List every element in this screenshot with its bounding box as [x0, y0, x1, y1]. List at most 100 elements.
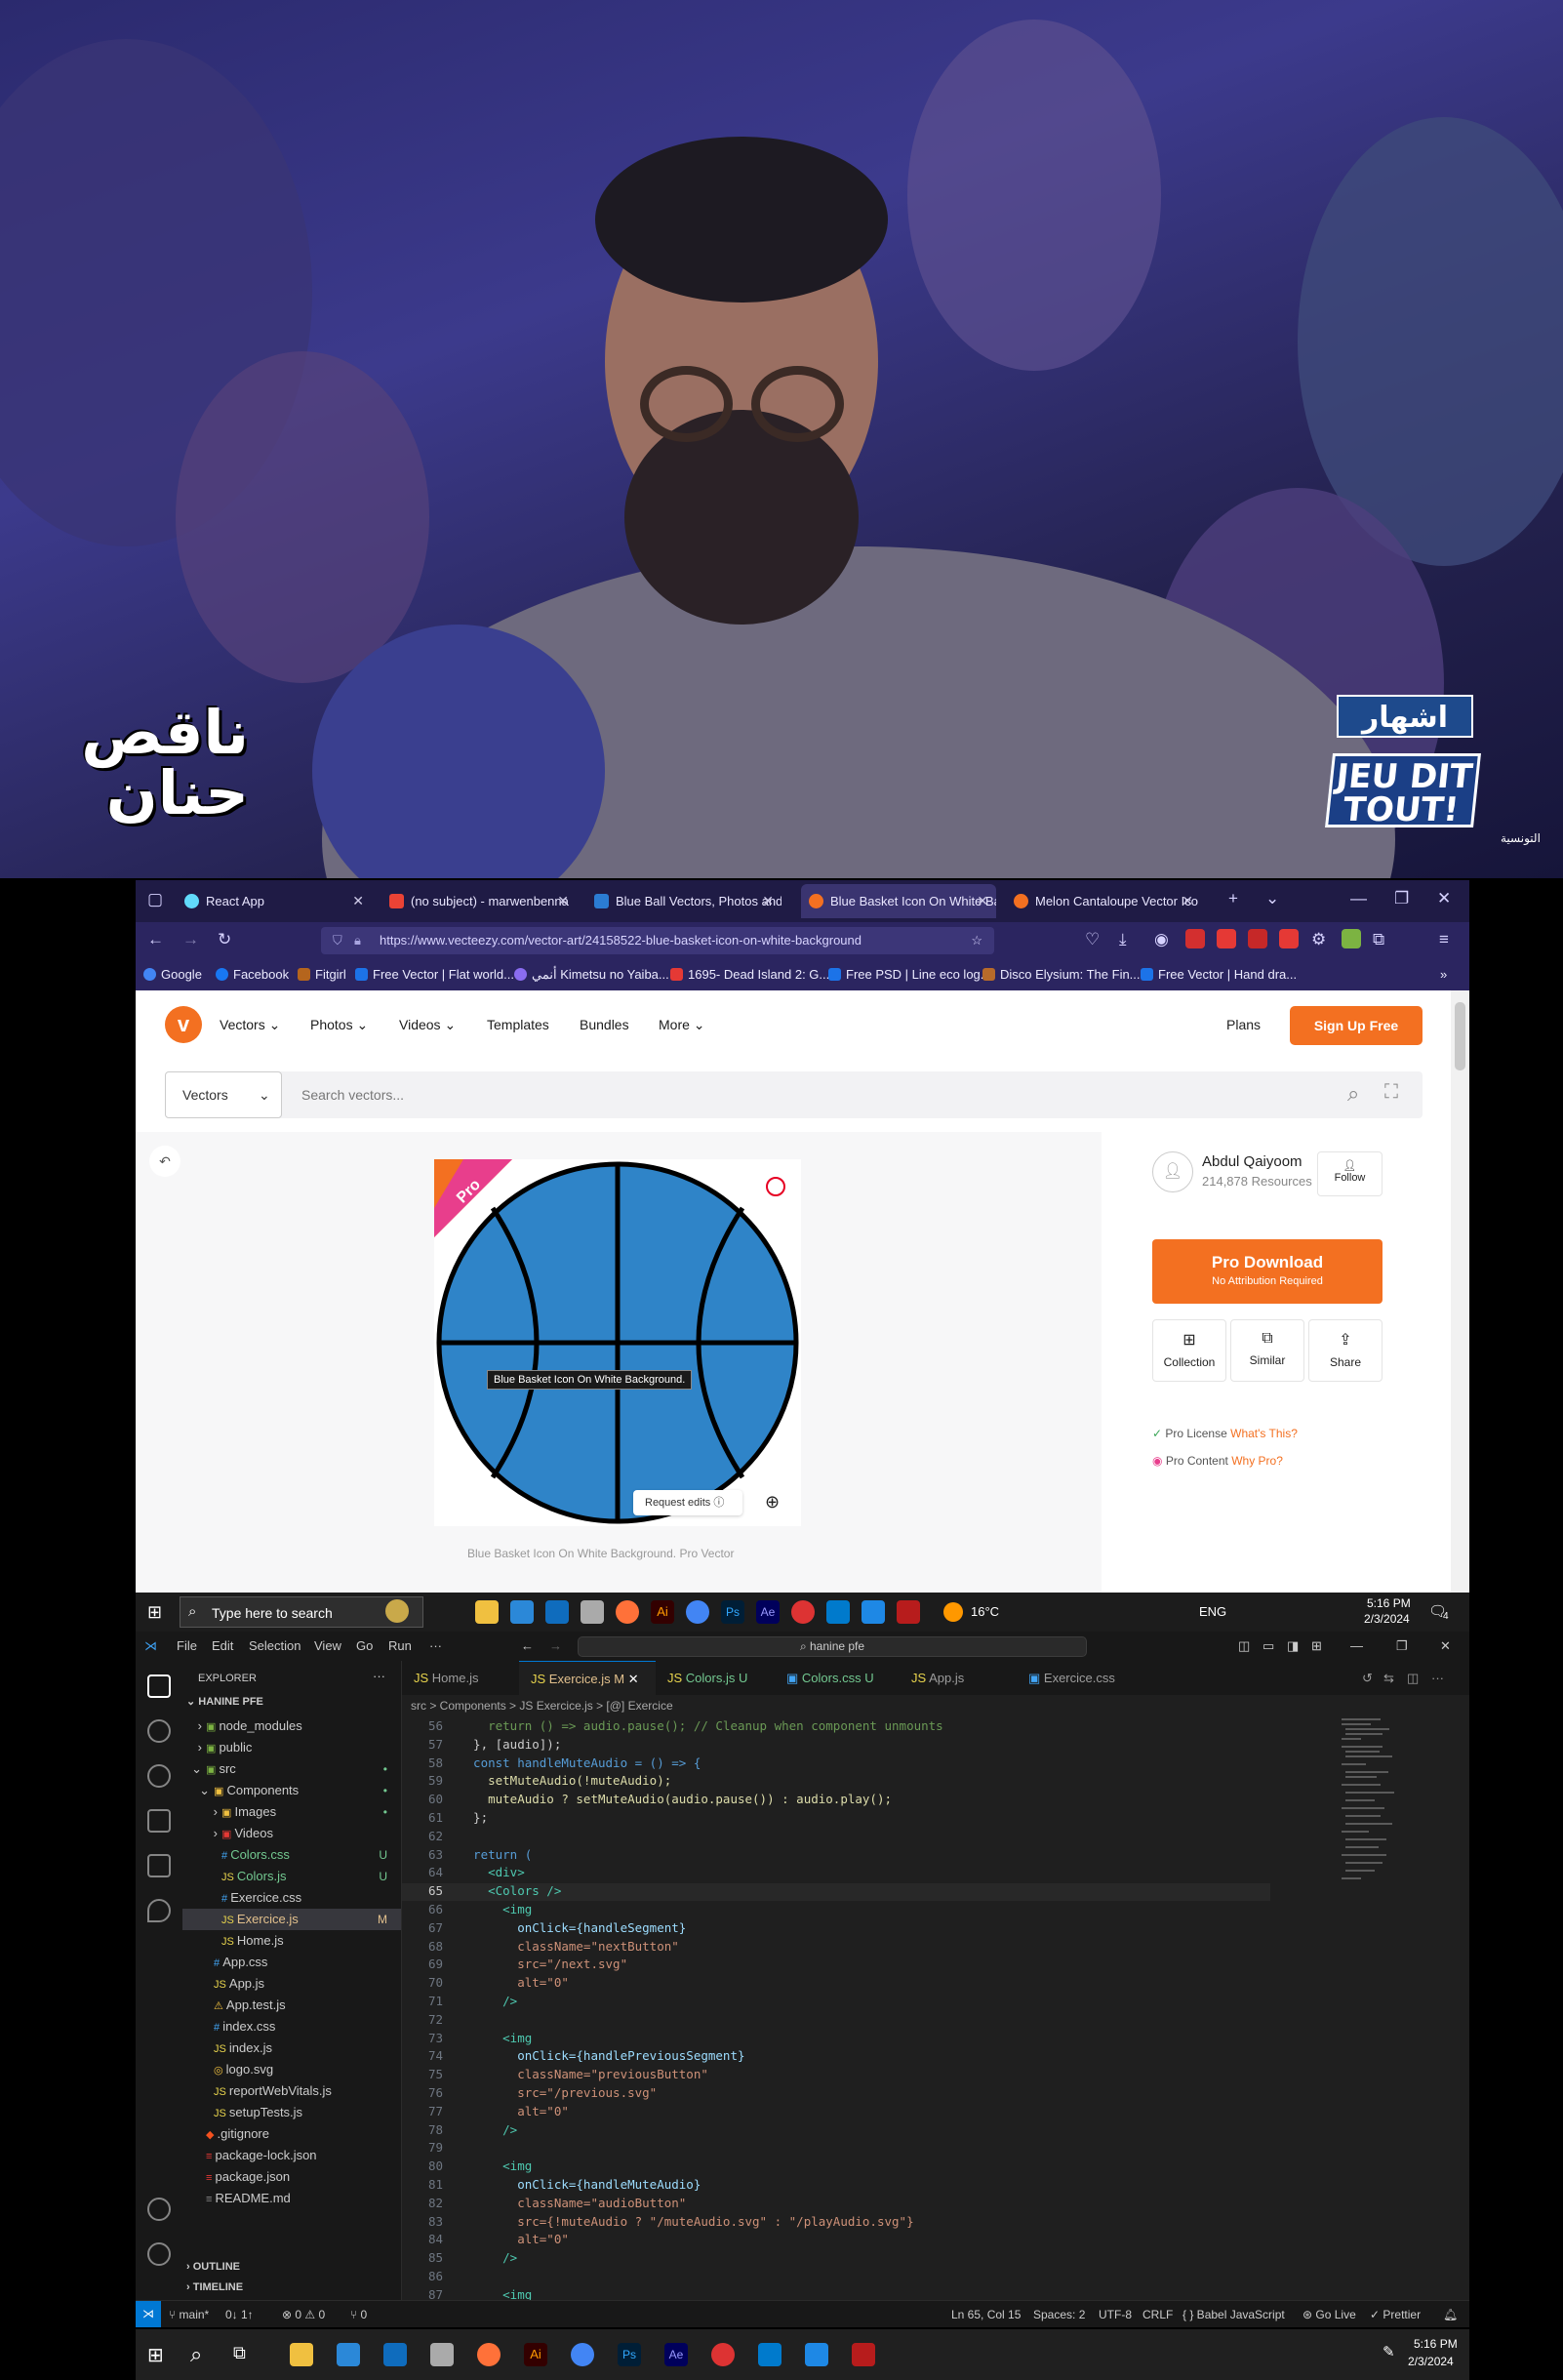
- menu-videos[interactable]: Videos ⌄: [399, 1017, 456, 1033]
- code-line[interactable]: 65 <Colors />: [402, 1883, 1270, 1902]
- run-debug-icon[interactable]: [147, 1809, 171, 1833]
- bookmark-dead-island[interactable]: 1695- Dead Island 2: G...: [670, 959, 829, 990]
- why-pro-link[interactable]: Why Pro?: [1231, 1454, 1283, 1468]
- photoshop-icon[interactable]: Ps: [721, 1600, 744, 1624]
- back-icon[interactable]: ←: [147, 930, 164, 949]
- sidebar-icon[interactable]: ◨: [1287, 1638, 1299, 1654]
- folder-item[interactable]: › ▣ Images •: [182, 1801, 401, 1823]
- code-editor[interactable]: 56 return () => audio.pause(); // Cleanu…: [402, 1716, 1270, 2300]
- menu-photos[interactable]: Photos ⌄: [310, 1017, 368, 1033]
- code-line[interactable]: 86: [402, 2269, 1270, 2286]
- problems-status[interactable]: ⊗ 0 ⚠ 0: [282, 2308, 325, 2321]
- extension-icon[interactable]: [1342, 929, 1361, 948]
- chevron-down-icon[interactable]: ⌄: [1265, 889, 1279, 908]
- indentation[interactable]: Spaces: 2: [1033, 2308, 1085, 2321]
- more-actions-icon[interactable]: ···: [1431, 1661, 1444, 1695]
- file-item[interactable]: JS Colors.js U: [182, 1866, 401, 1887]
- go-live[interactable]: ⊛ Go Live: [1302, 2308, 1356, 2321]
- close-icon[interactable]: ✕: [1182, 884, 1193, 918]
- bookmark-google[interactable]: Google: [143, 959, 202, 990]
- extensions-icon[interactable]: ⧉: [1373, 930, 1384, 949]
- code-line[interactable]: 56 return () => audio.pause(); // Cleanu…: [402, 1718, 1270, 1736]
- command-center[interactable]: ⌕ hanine pfe: [578, 1636, 1087, 1657]
- tab-colors-css[interactable]: ▣ Colors.css U: [775, 1661, 900, 1695]
- file-item[interactable]: # index.css: [182, 2016, 401, 2037]
- code-line[interactable]: 72: [402, 2012, 1270, 2030]
- zoom-icon[interactable]: ⊕: [765, 1492, 780, 1513]
- search-highlight-icon[interactable]: [385, 1599, 409, 1623]
- extension-icon[interactable]: [1248, 929, 1267, 948]
- minimize-icon[interactable]: —: [1350, 889, 1367, 908]
- search-icon[interactable]: [147, 1719, 171, 1743]
- folder-item[interactable]: ⌄ ▣ Components •: [182, 1780, 401, 1801]
- code-line[interactable]: 85 />: [402, 2250, 1270, 2268]
- file-item[interactable]: JS App.js: [182, 1973, 401, 1995]
- menu-icon[interactable]: ≡: [1439, 930, 1449, 949]
- file-explorer-icon[interactable]: [290, 2343, 313, 2366]
- illustrator-icon[interactable]: Ai: [524, 2343, 547, 2366]
- close-icon[interactable]: ✕: [762, 884, 774, 918]
- file-item[interactable]: ⚠ App.test.js: [182, 1995, 401, 2016]
- pinterest-icon[interactable]: [766, 1177, 785, 1196]
- tab-app-js[interactable]: JS App.js: [900, 1661, 1017, 1695]
- winrar-icon[interactable]: [852, 2343, 875, 2366]
- menu-templates[interactable]: Templates: [487, 1017, 549, 1032]
- pen-icon[interactable]: ✎: [1383, 2343, 1395, 2360]
- folder-item[interactable]: › ▣ public: [182, 1737, 401, 1758]
- new-tab-icon[interactable]: +: [1228, 889, 1238, 908]
- plans-link[interactable]: Plans: [1226, 1017, 1261, 1032]
- code-line[interactable]: 73 <img: [402, 2031, 1270, 2048]
- encoding[interactable]: UTF-8: [1099, 2308, 1132, 2321]
- request-edits-button[interactable]: Request edits ⓘ: [633, 1490, 742, 1515]
- timeline-icon[interactable]: ↺: [1362, 1661, 1373, 1695]
- winrar-icon[interactable]: [897, 1600, 920, 1624]
- layout-icon[interactable]: ◫: [1238, 1638, 1250, 1654]
- file-item[interactable]: JS Exercice.js M: [182, 1909, 401, 1930]
- bookmark-freepik-1[interactable]: Free Vector | Flat world...: [355, 959, 514, 990]
- author-name[interactable]: Abdul Qaiyoom: [1202, 1153, 1302, 1170]
- code-line[interactable]: 87 <img: [402, 2287, 1270, 2300]
- account-icon[interactable]: [147, 2198, 171, 2221]
- tab-home-js[interactable]: JS Home.js: [402, 1661, 519, 1695]
- file-explorer-icon[interactable]: [475, 1600, 499, 1624]
- mail-icon[interactable]: [383, 2343, 407, 2366]
- windows-start-icon[interactable]: ⊞: [147, 1602, 162, 1623]
- code-line[interactable]: 66 <img: [402, 1902, 1270, 1919]
- code-line[interactable]: 79: [402, 2140, 1270, 2158]
- compare-icon[interactable]: ⇆: [1383, 1661, 1394, 1695]
- similar-button[interactable]: ⧉ Similar: [1230, 1319, 1304, 1382]
- close-icon[interactable]: ✕: [977, 884, 988, 918]
- timeline-section[interactable]: › TIMELINE: [186, 2281, 243, 2293]
- collection-button[interactable]: ⊞ Collection: [1152, 1319, 1226, 1382]
- menu-file[interactable]: File: [177, 1638, 197, 1653]
- close-icon[interactable]: ✕: [628, 1672, 639, 1686]
- reload-icon[interactable]: ↻: [218, 930, 231, 949]
- app-icon[interactable]: [711, 2343, 735, 2366]
- code-line[interactable]: 83 src={!muteAudio ? "/muteAudio.svg" : …: [402, 2214, 1270, 2232]
- scrollbar-thumb[interactable]: [1455, 1002, 1465, 1070]
- pro-download-button[interactable]: Pro Download No Attribution Required: [1152, 1239, 1383, 1304]
- file-item[interactable]: ≡ package-lock.json: [182, 2145, 401, 2166]
- menu-view[interactable]: View: [314, 1638, 341, 1653]
- restore-icon[interactable]: ❐: [1394, 889, 1409, 908]
- clock-date[interactable]: 2/3/2024: [1408, 2355, 1454, 2368]
- menu-bundles[interactable]: Bundles: [580, 1017, 629, 1032]
- tab-react-app[interactable]: React App ✕: [177, 884, 372, 918]
- search-input[interactable]: Search vectors...: [301, 1071, 1180, 1118]
- branch-status[interactable]: ⑂ main*: [169, 2308, 209, 2321]
- mongodb-icon[interactable]: [147, 1899, 171, 1922]
- forward-icon[interactable]: →: [549, 1638, 562, 1653]
- customize-layout-icon[interactable]: ⊞: [1311, 1638, 1322, 1654]
- settings-gear-icon[interactable]: [147, 2242, 171, 2266]
- extensions-icon[interactable]: [147, 1854, 171, 1877]
- code-line[interactable]: 74 onClick={handlePreviousSegment}: [402, 2048, 1270, 2066]
- more-actions-icon[interactable]: ···: [373, 1669, 385, 1683]
- settings-icon[interactable]: ⚙: [1311, 930, 1326, 949]
- weather-temp[interactable]: 16°C: [971, 1604, 999, 1619]
- code-line[interactable]: 81 onClick={handleMuteAudio}: [402, 2177, 1270, 2195]
- window-close-icon[interactable]: ✕: [1437, 889, 1451, 908]
- firefox-icon[interactable]: [477, 2343, 501, 2366]
- code-line[interactable]: 67 onClick={handleSegment}: [402, 1920, 1270, 1938]
- split-editor-icon[interactable]: ◫: [1407, 1661, 1419, 1695]
- pocket-icon[interactable]: ♡: [1085, 930, 1100, 949]
